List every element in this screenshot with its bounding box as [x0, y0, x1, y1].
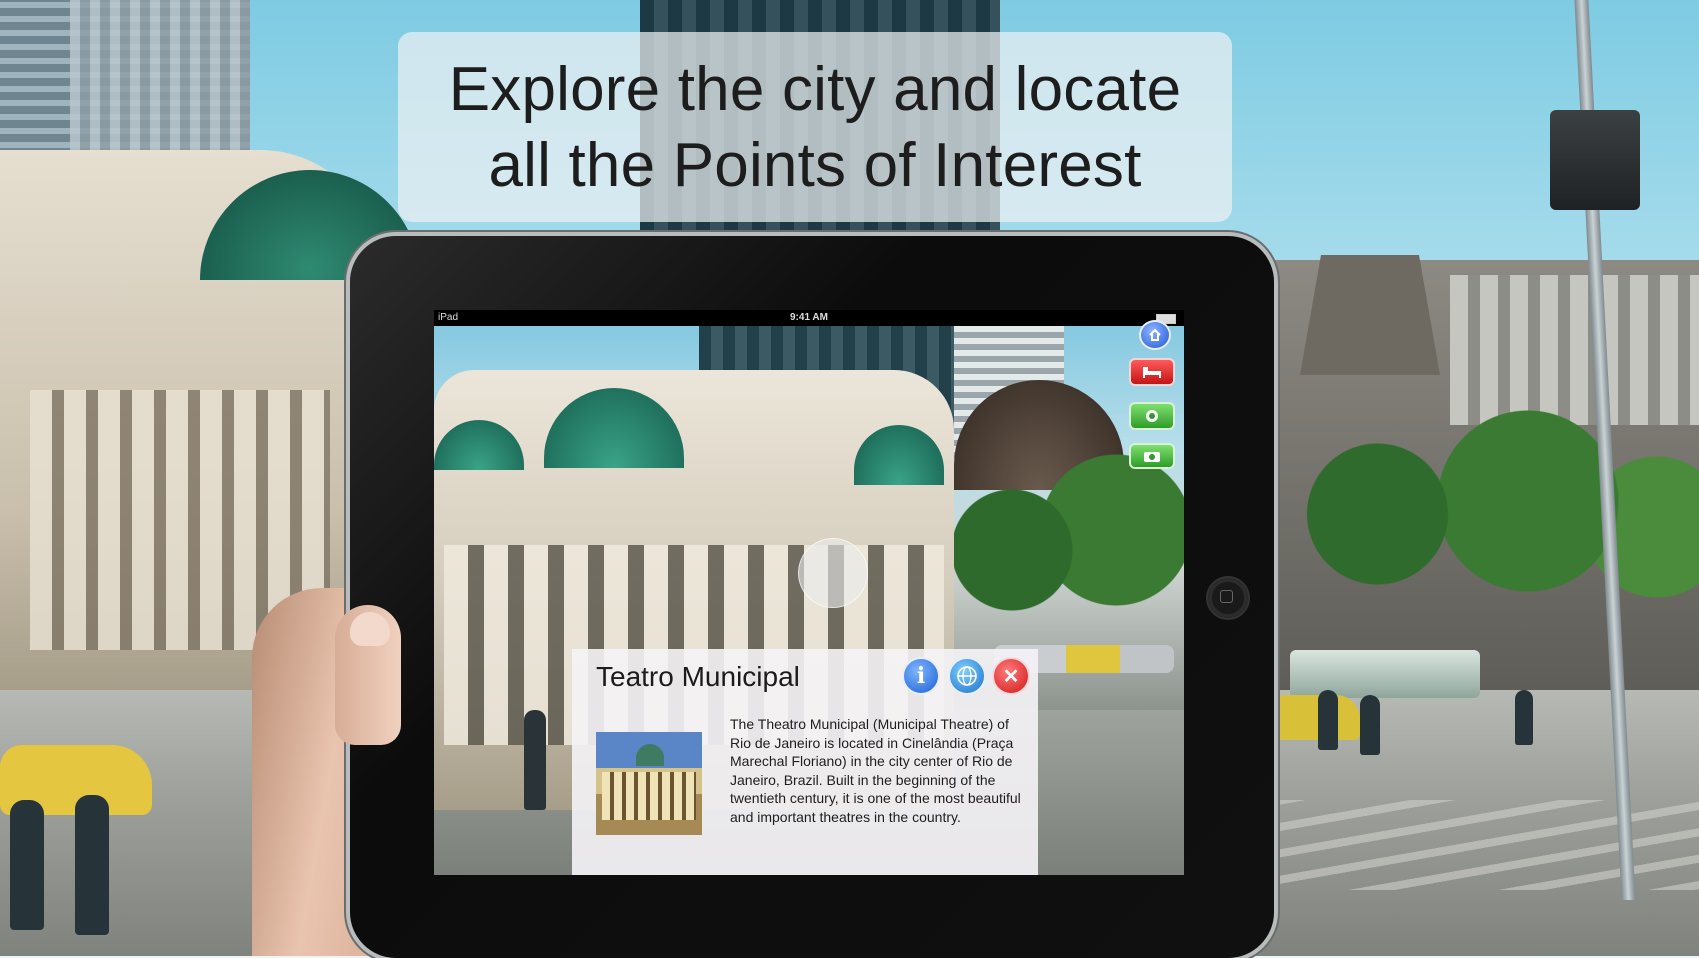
thumbnail-dome [636, 744, 664, 766]
bus [1290, 650, 1480, 698]
home-button-square-icon [1220, 590, 1233, 603]
tablet-screen: iPad 9:41 AM Teatro Municipal i ✕ The Th… [434, 310, 1184, 875]
thumbnail [350, 612, 390, 646]
status-time: 9:41 AM [790, 312, 828, 323]
thumbnail-facade [602, 772, 696, 820]
pedestrian [1515, 690, 1533, 745]
screen-green-dome [434, 420, 524, 470]
trees [1270, 410, 1699, 670]
hotel-bed-icon[interactable] [1129, 358, 1175, 386]
screen-green-dome [544, 388, 684, 468]
restaurant-icon[interactable] [1129, 402, 1175, 430]
screen-pedestrian [524, 710, 546, 810]
headline-line-2: all the Points of Interest [488, 131, 1142, 200]
traffic-light [1550, 110, 1640, 210]
screen-trees [934, 450, 1184, 650]
close-icon[interactable]: ✕ [992, 657, 1030, 695]
taxi [1270, 695, 1360, 740]
poi-thumbnail-image [596, 732, 702, 835]
ar-target-marker[interactable] [798, 538, 868, 608]
globe-icon[interactable] [948, 657, 986, 695]
camera-icon[interactable] [1129, 443, 1175, 469]
home-icon[interactable] [1139, 320, 1171, 350]
poi-title: Teatro Municipal [596, 661, 800, 692]
status-bar: iPad 9:41 AM [434, 310, 1184, 326]
headline: Explore the city and locate all the Poin… [398, 52, 1232, 204]
pedestrian [1318, 690, 1338, 750]
poi-info-card: Teatro Municipal i ✕ The Theatro Municip… [572, 649, 1038, 875]
pedestrian [1360, 695, 1380, 755]
pedestrian [75, 795, 109, 935]
right-building [1450, 275, 1699, 425]
pedestrian [10, 800, 44, 930]
screen-green-dome [854, 425, 944, 485]
info-icon[interactable]: i [902, 657, 940, 695]
right-building-roof [1300, 255, 1440, 375]
headline-line-1: Explore the city and locate [448, 55, 1182, 124]
poi-description: The Theatro Municipal (Municipal Theatre… [730, 716, 1021, 825]
